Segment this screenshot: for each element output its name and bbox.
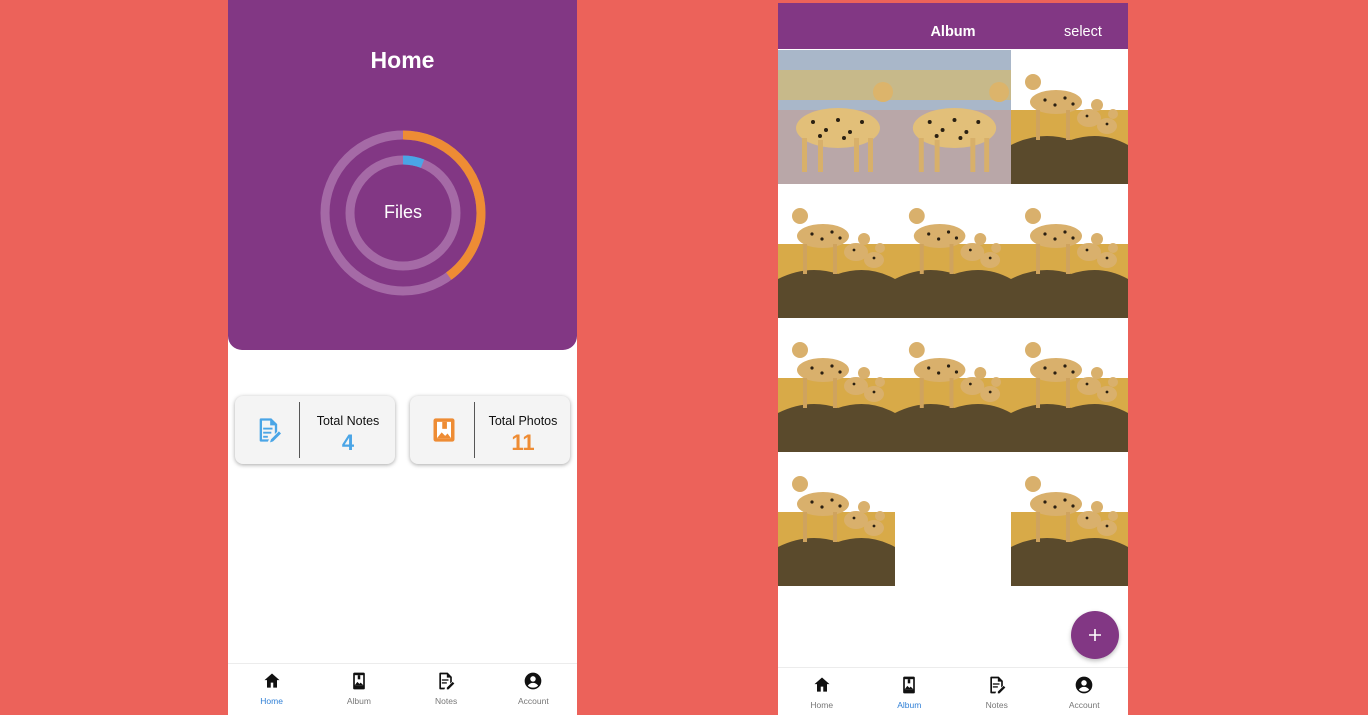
total-notes-value: 4 xyxy=(341,430,355,455)
photo-thumbnail[interactable] xyxy=(1011,452,1128,586)
nav-account[interactable]: Account xyxy=(1041,668,1129,715)
note-edit-icon xyxy=(259,418,282,443)
album-icon xyxy=(353,672,365,690)
select-button[interactable]: select xyxy=(1064,24,1102,40)
nav-account-label: Account xyxy=(1068,700,1100,710)
nav-account-label: Account xyxy=(518,696,549,706)
page-title: Home xyxy=(370,47,435,73)
photo-grid xyxy=(778,50,1128,586)
photo-thumbnail[interactable] xyxy=(778,184,895,318)
nav-notes[interactable]: Notes xyxy=(953,668,1041,715)
nav-home[interactable]: Home xyxy=(778,668,866,715)
photo-thumbnail[interactable] xyxy=(895,50,1011,184)
total-photos-label: Total Photos xyxy=(488,414,558,428)
nav-notes-label: Notes xyxy=(435,696,458,706)
album-header: Album select xyxy=(778,3,1128,49)
files-label: Files xyxy=(383,202,422,222)
account-icon xyxy=(1075,676,1093,694)
nav-album[interactable]: Album xyxy=(315,664,402,715)
divider xyxy=(474,402,475,458)
photo-icon xyxy=(433,418,455,442)
bottom-nav: Home Album Notes Account xyxy=(228,663,577,715)
notes-icon xyxy=(990,676,1006,694)
photo-thumbnail[interactable] xyxy=(1011,184,1128,318)
photo-thumbnail[interactable] xyxy=(895,318,1011,452)
nav-notes[interactable]: Notes xyxy=(403,664,490,715)
divider xyxy=(299,402,300,458)
bottom-nav: Home Album Notes Account xyxy=(778,667,1128,715)
nav-album-label: Album xyxy=(897,700,922,710)
photo-empty-slot xyxy=(895,452,1011,586)
home-header: Home Files xyxy=(228,0,577,350)
nav-home[interactable]: Home xyxy=(228,664,315,715)
photo-thumbnail[interactable] xyxy=(778,50,895,184)
photo-thumbnail[interactable] xyxy=(895,184,1011,318)
album-icon xyxy=(903,676,916,694)
total-notes-label: Total Notes xyxy=(316,414,380,428)
notes-icon xyxy=(439,672,455,690)
nav-home-label: Home xyxy=(810,700,834,710)
home-icon xyxy=(814,677,830,692)
nav-home-label: Home xyxy=(260,696,283,706)
photo-thumbnail[interactable] xyxy=(778,452,895,586)
nav-album[interactable]: Album xyxy=(866,668,954,715)
total-photos-card[interactable]: Total Photos 11 xyxy=(410,396,570,464)
nav-account[interactable]: Account xyxy=(490,664,577,715)
nav-album-label: Album xyxy=(346,696,371,706)
account-icon xyxy=(525,672,542,690)
photo-thumbnail[interactable] xyxy=(1011,50,1128,184)
photo-thumbnail[interactable] xyxy=(1011,318,1128,452)
plus-icon xyxy=(1089,629,1101,641)
nav-notes-label: Notes xyxy=(985,700,1008,710)
total-notes-card[interactable]: Total Notes 4 xyxy=(235,396,395,464)
add-photo-button[interactable] xyxy=(1071,611,1119,659)
home-icon xyxy=(264,673,280,688)
home-screen: Home Files xyxy=(228,0,577,715)
album-screen: Album select Home Album Notes Account xyxy=(778,3,1128,715)
photo-thumbnail[interactable] xyxy=(778,318,895,452)
total-photos-value: 11 xyxy=(511,430,535,455)
